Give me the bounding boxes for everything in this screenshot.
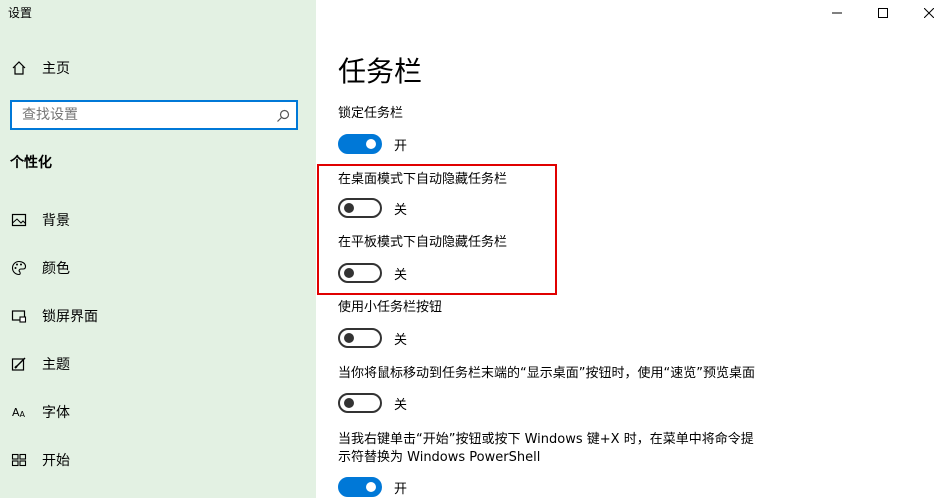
sidebar-item-start[interactable]: 开始 xyxy=(0,440,316,480)
setting-row-small-buttons: 关 xyxy=(338,328,407,348)
sidebar-item-label: 主题 xyxy=(42,357,70,373)
search-box[interactable] xyxy=(10,100,298,130)
setting-row-peek: 关 xyxy=(338,393,407,413)
setting-label-powershell-line1: 当我右键单击“开始”按钮或按下 Windows 键+X 时，在菜单中将命令提 xyxy=(338,432,754,447)
sidebar-item-fonts[interactable]: AA 字体 xyxy=(0,392,316,432)
page-title: 任务栏 xyxy=(338,55,423,88)
setting-label-small-buttons: 使用小任务栏按钮 xyxy=(338,300,443,315)
setting-label-peek: 当你将鼠标移动到任务栏末端的“显示桌面”按钮时，使用“速览”预览桌面 xyxy=(338,366,755,381)
toggle-knob xyxy=(366,139,376,149)
sidebar-item-label: 开始 xyxy=(42,453,70,469)
setting-label-powershell-line2: 示符替换为 Windows PowerShell xyxy=(338,450,541,465)
minimize-icon xyxy=(832,3,842,22)
setting-label-autohide-tablet: 在平板模式下自动隐藏任务栏 xyxy=(338,235,508,250)
toggle-autohide-tablet[interactable] xyxy=(338,263,382,283)
sidebar: 设置 主页 个性化 背景 颜色 锁屏界面 主题 xyxy=(0,0,316,498)
toggle-state-label: 关 xyxy=(394,267,408,283)
setting-row-powershell: 开 xyxy=(338,477,407,497)
toggle-knob xyxy=(344,268,354,278)
toggle-peek[interactable] xyxy=(338,393,382,413)
toggle-small-buttons[interactable] xyxy=(338,328,382,348)
main-content: 任务栏 锁定任务栏 开 在桌面模式下自动隐藏任务栏 关 在平板模式下自动隐藏任务… xyxy=(316,0,952,498)
search-input[interactable] xyxy=(22,105,272,125)
toggle-knob xyxy=(344,333,354,343)
theme-icon xyxy=(10,355,28,373)
setting-row-autohide-tablet: 关 xyxy=(338,263,407,283)
maximize-icon xyxy=(878,3,888,22)
start-icon xyxy=(10,451,28,469)
sidebar-item-label: 主页 xyxy=(42,61,70,77)
minimize-button[interactable] xyxy=(814,0,860,24)
setting-label-lock-taskbar: 锁定任务栏 xyxy=(338,106,404,121)
toggle-powershell[interactable] xyxy=(338,477,382,497)
home-icon xyxy=(10,59,28,77)
svg-text:A: A xyxy=(20,410,26,419)
palette-icon xyxy=(10,259,28,277)
setting-label-autohide-desktop: 在桌面模式下自动隐藏任务栏 xyxy=(338,172,508,187)
toggle-state-label: 关 xyxy=(394,202,408,218)
sidebar-item-themes[interactable]: 主题 xyxy=(0,344,316,384)
font-icon: AA xyxy=(10,403,28,421)
sidebar-item-background[interactable]: 背景 xyxy=(0,200,316,240)
sidebar-item-home[interactable]: 主页 xyxy=(0,48,316,88)
toggle-lock-taskbar[interactable] xyxy=(338,134,382,154)
image-icon xyxy=(10,211,28,229)
toggle-autohide-desktop[interactable] xyxy=(338,198,382,218)
close-button[interactable] xyxy=(906,0,952,24)
close-icon xyxy=(923,3,935,22)
sidebar-item-label: 锁屏界面 xyxy=(42,309,98,325)
toggle-state-label: 关 xyxy=(394,332,408,348)
sidebar-item-colors[interactable]: 颜色 xyxy=(0,248,316,288)
setting-row-autohide-desktop: 关 xyxy=(338,198,407,218)
app-title: 设置 xyxy=(8,6,33,20)
toggle-knob xyxy=(344,203,354,213)
toggle-state-label: 关 xyxy=(394,397,408,413)
maximize-button[interactable] xyxy=(860,0,906,24)
toggle-knob xyxy=(344,398,354,408)
sidebar-item-lock-screen[interactable]: 锁屏界面 xyxy=(0,296,316,336)
sidebar-item-label: 背景 xyxy=(42,213,70,229)
toggle-state-label: 开 xyxy=(394,138,408,154)
toggle-state-label: 开 xyxy=(394,481,408,497)
setting-row-lock-taskbar: 开 xyxy=(338,134,407,154)
sidebar-item-label: 颜色 xyxy=(42,261,70,277)
sidebar-item-label: 字体 xyxy=(42,405,70,421)
lock-screen-icon xyxy=(10,307,28,325)
section-title: 个性化 xyxy=(10,155,52,171)
search-icon[interactable] xyxy=(276,108,290,122)
toggle-knob xyxy=(366,482,376,492)
